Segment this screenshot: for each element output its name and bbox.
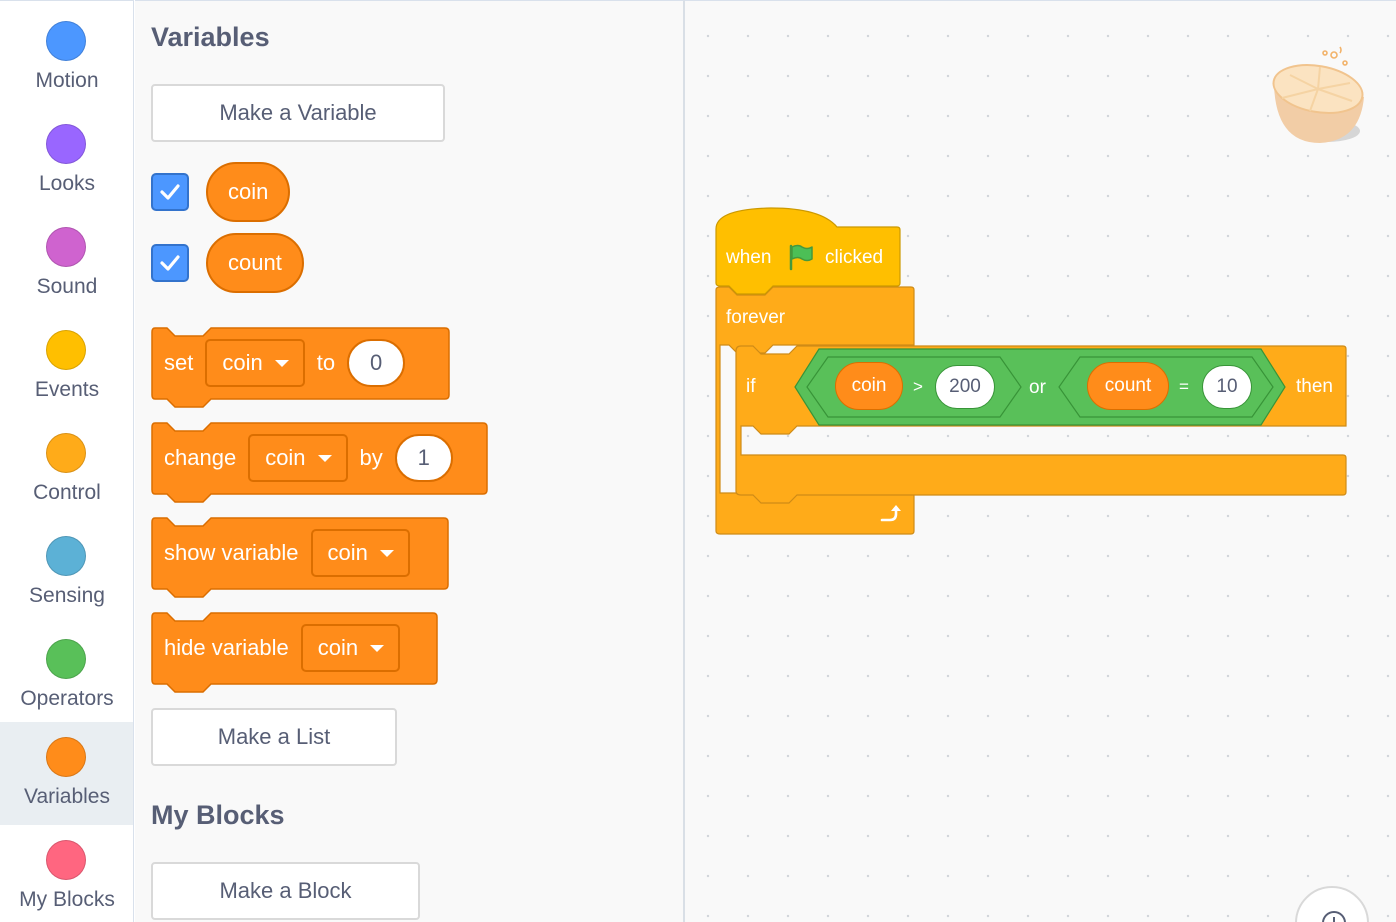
category-control[interactable]: Control — [0, 419, 133, 522]
zoom-in-icon — [1322, 911, 1346, 922]
category-label: Operators — [20, 687, 114, 710]
category-label: Motion — [35, 69, 99, 92]
dropdown-value: coin — [317, 635, 359, 660]
category-motion[interactable]: Motion — [0, 7, 133, 110]
dropdown-value: coin — [265, 445, 306, 470]
compare-value-input[interactable]: 10 — [1202, 365, 1252, 409]
set-label: set — [164, 350, 194, 375]
loop-arrow-icon — [880, 505, 901, 522]
count-variable-reporter[interactable]: count — [206, 233, 304, 293]
category-sound[interactable]: Sound — [0, 213, 133, 316]
variable-dropdown[interactable]: coin — [205, 339, 305, 387]
to-label: to — [316, 350, 336, 375]
coin-visibility-checkbox[interactable] — [151, 173, 189, 211]
change-label: change — [164, 445, 237, 470]
variables-section-title: Variables — [151, 22, 270, 52]
category-looks[interactable]: Looks — [0, 110, 133, 213]
block-palette[interactable]: Variables Make a Variable coin count set… — [135, 0, 685, 922]
change-value-input[interactable]: 1 — [394, 434, 453, 482]
if-label: if — [746, 376, 756, 397]
forever-label: forever — [726, 307, 786, 328]
my-blocks-category-icon — [46, 840, 86, 880]
count-visibility-checkbox[interactable] — [151, 244, 189, 282]
show-variable-label: show variable — [164, 540, 299, 565]
category-events[interactable]: Events — [0, 316, 133, 419]
dropdown-caret-icon — [370, 644, 385, 652]
change-variable-block[interactable]: change coin by 1 — [151, 422, 489, 503]
variable-dropdown[interactable]: coin — [310, 529, 410, 577]
then-label: then — [1296, 376, 1333, 397]
sound-category-icon — [46, 227, 86, 267]
category-my-blocks[interactable]: My Blocks — [0, 825, 133, 922]
category-variables[interactable]: Variables — [0, 722, 133, 825]
when-label: when — [726, 247, 772, 268]
set-variable-block[interactable]: set coin to 0 — [151, 327, 451, 408]
script-blocks-shape — [715, 207, 1347, 535]
sensing-category-icon — [46, 536, 86, 576]
coin-variable-reporter[interactable]: coin — [835, 362, 903, 410]
category-label: Variables — [24, 785, 110, 808]
variable-name: coin — [228, 179, 269, 204]
category-operators[interactable]: Operators — [0, 625, 133, 728]
greater-than-operator: > — [913, 377, 923, 396]
make-block-button[interactable]: Make a Block — [151, 862, 420, 920]
green-flag-icon — [789, 244, 813, 271]
coin-variable-reporter[interactable]: coin — [206, 162, 291, 222]
by-label: by — [359, 445, 383, 470]
clicked-label: clicked — [825, 247, 884, 268]
operators-category-icon — [46, 639, 86, 679]
dropdown-caret-icon — [317, 454, 332, 462]
category-label: Events — [34, 378, 100, 401]
checkmark-icon — [160, 255, 180, 271]
code-workspace[interactable]: when clicked forever if coin > 200 or co… — [685, 0, 1396, 922]
my-blocks-section-title: My Blocks — [151, 800, 285, 830]
variable-name: count — [228, 250, 282, 275]
make-variable-button[interactable]: Make a Variable — [151, 84, 445, 142]
zoom-in-button[interactable] — [1295, 886, 1369, 922]
variable-dropdown[interactable]: coin — [300, 624, 401, 672]
checkmark-icon — [160, 184, 180, 200]
category-label: Sound — [36, 275, 98, 298]
hide-variable-label: hide variable — [164, 635, 289, 660]
variables-category-icon — [46, 737, 86, 777]
show-variable-block[interactable]: show variable coin — [151, 517, 450, 598]
events-category-icon — [46, 330, 86, 370]
make-list-button[interactable]: Make a List — [151, 708, 397, 766]
count-variable-reporter[interactable]: count — [1087, 362, 1169, 410]
category-sensing[interactable]: Sensing — [0, 522, 133, 625]
category-label: My Blocks — [19, 888, 115, 911]
dropdown-caret-icon — [274, 359, 289, 367]
dropdown-value: coin — [327, 540, 368, 565]
set-value-input[interactable]: 0 — [347, 339, 406, 387]
category-label: Sensing — [29, 584, 105, 607]
equals-operator: = — [1179, 377, 1189, 396]
looks-category-icon — [46, 124, 86, 164]
motion-category-icon — [46, 21, 86, 61]
hide-variable-block[interactable]: hide variable coin — [151, 612, 439, 693]
dropdown-value: coin — [222, 350, 263, 375]
dropdown-caret-icon — [379, 549, 394, 557]
category-sidebar: Motion Looks Sound Events Control Sensin… — [0, 0, 134, 922]
control-category-icon — [46, 433, 86, 473]
category-label: Control — [33, 481, 101, 504]
variable-dropdown[interactable]: coin — [248, 434, 348, 482]
category-label: Looks — [38, 172, 96, 195]
or-label: or — [1029, 377, 1046, 398]
compare-value-input[interactable]: 200 — [935, 365, 995, 409]
